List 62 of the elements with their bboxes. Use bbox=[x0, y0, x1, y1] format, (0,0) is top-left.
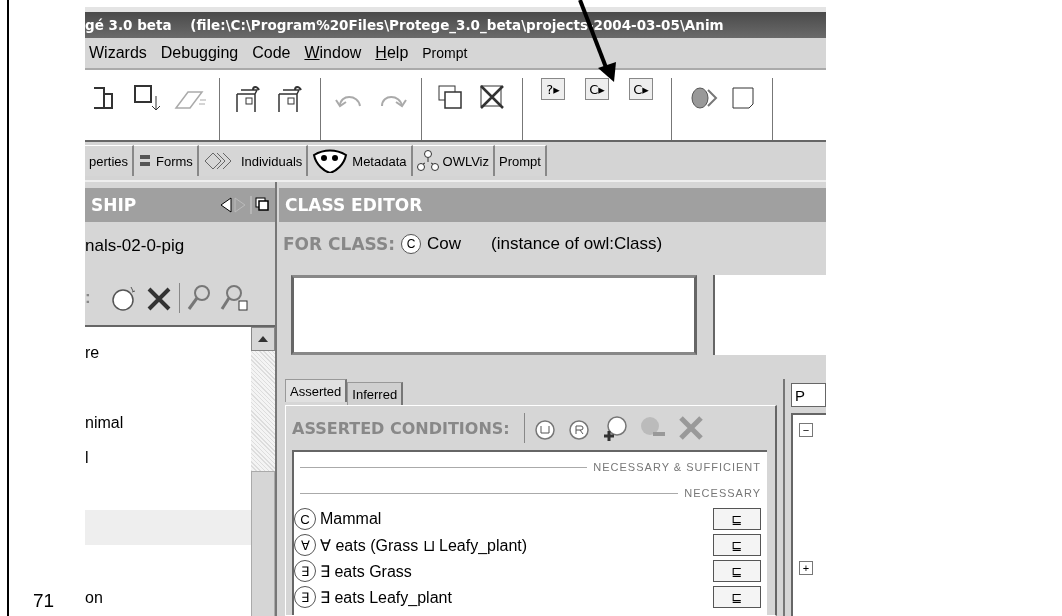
toolbar-label: : bbox=[85, 287, 91, 308]
tab[interactable]: perties bbox=[85, 145, 135, 176]
panel-title: SHIP bbox=[90, 195, 137, 215]
tab[interactable]: OWLViz bbox=[412, 145, 495, 176]
class-name: Cow bbox=[427, 233, 462, 254]
tab-label: Individuals bbox=[240, 153, 303, 169]
section-title: NECESSARY & SUFFICIENT bbox=[593, 461, 761, 473]
condition-text: ∃ eats Grass bbox=[320, 561, 413, 581]
page-number: 71 bbox=[33, 590, 56, 612]
tab[interactable]: P bbox=[791, 383, 826, 407]
relation-button[interactable]: ⊑ bbox=[713, 560, 761, 582]
nodes-icon bbox=[416, 149, 439, 173]
tab[interactable]: Prompt bbox=[495, 145, 547, 176]
tab[interactable]: Forms bbox=[134, 145, 199, 176]
menu-item[interactable]: Code bbox=[252, 44, 291, 62]
tab[interactable]: Inferred bbox=[347, 382, 404, 405]
condition-text: ∀ eats (Grass ⊔ Leafy_plant) bbox=[320, 535, 529, 555]
text-area[interactable] bbox=[291, 275, 697, 355]
toolbar-button[interactable]: C▸ bbox=[629, 78, 653, 100]
panel-title: CLASS EDITOR bbox=[284, 195, 423, 215]
menu-item[interactable]: Prompt bbox=[422, 45, 468, 61]
condition-text: Mammal bbox=[320, 510, 383, 528]
scrollbar[interactable] bbox=[251, 327, 275, 616]
relation-button[interactable]: ⊑ bbox=[713, 508, 761, 530]
menu-item[interactable]: Help bbox=[375, 44, 409, 62]
conditions-title: ASSERTED CONDITIONS: bbox=[292, 418, 510, 438]
expand-toggle[interactable]: − bbox=[799, 423, 813, 437]
tree-row[interactable]: nimal bbox=[85, 405, 251, 440]
search-icon[interactable] bbox=[219, 282, 248, 313]
tab[interactable]: Individuals bbox=[198, 145, 309, 176]
menu-item[interactable]: Debugging bbox=[160, 44, 239, 62]
tab[interactable]: Asserted bbox=[285, 379, 348, 402]
condition-badge: ∃ bbox=[294, 586, 316, 608]
toolbar-button[interactable]: ?▸ bbox=[541, 78, 565, 100]
tab-label: Forms bbox=[156, 153, 193, 169]
tree-row[interactable]: l bbox=[85, 440, 251, 475]
tree-row[interactable]: re bbox=[85, 335, 251, 370]
condition-badge: ∃ bbox=[294, 560, 316, 582]
tab-label: Prompt bbox=[499, 153, 541, 169]
condition-badge: ∀ bbox=[294, 534, 316, 556]
tree-row[interactable]: on bbox=[85, 580, 251, 615]
expand-toggle[interactable]: + bbox=[799, 561, 813, 575]
tab[interactable]: Metadata bbox=[308, 145, 413, 176]
tab-label: OWLViz bbox=[442, 153, 489, 169]
tab-label: perties bbox=[89, 153, 129, 169]
toolbar-button[interactable]: C▸ bbox=[585, 78, 609, 100]
class-badge: C bbox=[401, 233, 422, 254]
project-name: nals-02-0-pig bbox=[85, 236, 185, 256]
form-icon bbox=[138, 153, 153, 169]
condition-text: ∃ eats Leafy_plant bbox=[320, 587, 453, 607]
for-class-label: FOR CLASS: bbox=[283, 233, 396, 254]
relation-button[interactable]: ⊑ bbox=[713, 586, 761, 608]
menu-item[interactable]: Window bbox=[304, 44, 362, 62]
tab-label: Metadata bbox=[352, 153, 407, 169]
condition-badge: C bbox=[294, 508, 316, 530]
up-arrow-icon[interactable] bbox=[257, 335, 269, 343]
menu-item[interactable]: Wizards bbox=[89, 44, 147, 62]
class-type: (instance of owl:Class) bbox=[491, 233, 663, 254]
relation-button[interactable]: ⊑ bbox=[713, 534, 761, 556]
section-title: NECESSARY bbox=[684, 487, 761, 499]
arrows-icon[interactable] bbox=[219, 194, 269, 216]
mask-icon bbox=[312, 149, 349, 173]
